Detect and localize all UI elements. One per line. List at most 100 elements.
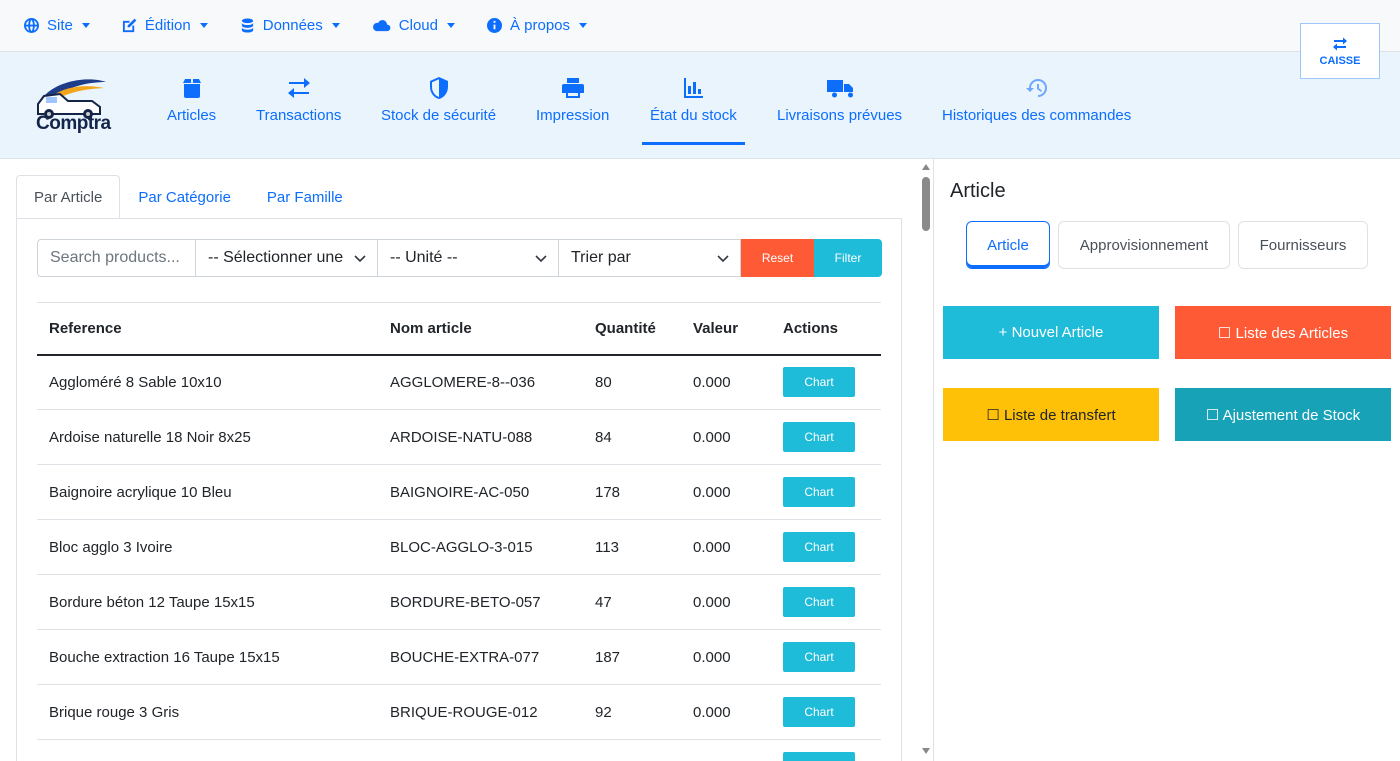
cell-actions: Chart <box>771 464 881 520</box>
top-menu-bar: Site Édition Données Cloud À propos <box>0 0 1400 52</box>
chart-bar-icon <box>684 78 704 98</box>
chevron-down-icon <box>354 255 366 263</box>
col-quantite[interactable]: Quantité <box>583 302 681 356</box>
info-icon <box>486 18 502 33</box>
category-select-value: -- Sélectionner une <box>208 249 344 266</box>
tab-content: Search products... -- Sélectionner une -… <box>16 218 902 761</box>
cell-nom: BOUCHE-EXTRA-077 <box>378 629 583 685</box>
cell-actions: Chart <box>771 354 881 410</box>
nav-impression[interactable]: Impression <box>536 76 609 143</box>
chevron-down-icon <box>81 23 90 28</box>
table-row: Baignoire acrylique 10 Bleu BAIGNOIRE-AC… <box>37 464 881 520</box>
main-navbar: Comptra Articles Transactions Stock de s… <box>0 52 1400 159</box>
chart-button[interactable]: Chart <box>783 587 855 617</box>
printer-icon <box>561 78 584 98</box>
reset-button[interactable]: Reset <box>741 239 814 277</box>
chart-button[interactable]: Chart <box>783 697 855 727</box>
filter-button[interactable]: Filter <box>814 239 882 277</box>
cloud-icon <box>372 20 391 32</box>
sort-select[interactable]: Trier par <box>559 239 741 277</box>
scroll-up-arrow-icon[interactable] <box>922 164 930 170</box>
shield-icon <box>429 77 448 99</box>
stock-table: Reference Nom article Quantité Valeur Ac… <box>37 302 881 761</box>
menu-cloud[interactable]: Cloud <box>372 17 455 34</box>
chevron-down-icon <box>446 23 455 28</box>
cell-nom: BLOC-AGGLO-3-015 <box>378 519 583 575</box>
cell-valeur: 0.000 <box>681 574 771 630</box>
nav-etat-stock[interactable]: État du stock <box>642 76 745 145</box>
cell-valeur: 0.000 <box>681 409 771 465</box>
tab-approvisionnement[interactable]: Approvisionnement <box>1058 221 1230 269</box>
nav-livraisons[interactable]: Livraisons prévues <box>777 76 902 143</box>
nav-impression-label: Impression <box>536 107 610 124</box>
table-row: Aggloméré 8 Sable 10x10 AGGLOMERE-8--036… <box>37 354 881 410</box>
cell-valeur: 0.000 <box>681 354 771 410</box>
menu-edition[interactable]: Édition <box>122 17 208 34</box>
cell-valeur: 0.000 <box>681 684 771 740</box>
col-nom-article[interactable]: Nom article <box>378 302 583 356</box>
cell-valeur <box>681 739 771 761</box>
cell-nom: BORDURE-BETO-057 <box>378 574 583 630</box>
unit-select[interactable]: -- Unité -- <box>378 239 559 277</box>
unit-select-value: -- Unité -- <box>390 249 458 266</box>
nav-stock-securite[interactable]: Stock de sécurité <box>381 76 496 143</box>
cell-quantite: 80 <box>583 354 681 410</box>
caisse-label: CAISSE <box>1319 54 1361 67</box>
cell-reference: Aggloméré 8 Sable 10x10 <box>37 354 378 410</box>
table-row: Bordure béton 12 Taupe 15x15 BORDURE-BET… <box>37 574 881 630</box>
chevron-down-icon <box>199 23 208 28</box>
vertical-scrollbar[interactable] <box>918 159 934 761</box>
nav-articles-label: Articles <box>167 107 217 124</box>
stock-adjustment-button[interactable]: ☐ Ajustement de Stock <box>1175 388 1391 441</box>
nav-historiques-label: Historiques des commandes <box>942 107 1132 124</box>
cell-quantite: 178 <box>583 464 681 520</box>
col-valeur[interactable]: Valeur <box>681 302 771 356</box>
nav-livraisons-label: Livraisons prévues <box>777 107 903 124</box>
chart-button[interactable]: Chart <box>783 642 855 672</box>
nav-articles[interactable]: Articles <box>167 76 216 143</box>
tab-fournisseurs[interactable]: Fournisseurs <box>1238 221 1368 269</box>
tab-article[interactable]: Article <box>966 221 1050 269</box>
menu-site[interactable]: Site <box>24 17 90 34</box>
sort-select-value: Trier par <box>571 249 631 266</box>
chart-button[interactable]: Chart <box>783 752 855 761</box>
col-actions: Actions <box>771 302 881 356</box>
search-input[interactable]: Search products... <box>37 239 196 277</box>
panel-title: Article <box>950 180 1006 202</box>
tab-par-categorie[interactable]: Par Catégorie <box>120 175 249 218</box>
new-article-button[interactable]: + Nouvel Article <box>943 306 1159 359</box>
scroll-down-arrow-icon[interactable] <box>922 748 930 754</box>
view-tabs: Par Article Par Catégorie Par Famille <box>16 175 361 218</box>
cell-nom: BRIQUE-ROUGE-012 <box>378 684 583 740</box>
nav-historiques[interactable]: Historiques des commandes <box>942 76 1131 143</box>
cell-actions: Chart <box>771 574 881 630</box>
cell-reference: Brique rouge 3 Gris <box>37 684 378 740</box>
cell-actions: Chart <box>771 519 881 575</box>
chart-button[interactable]: Chart <box>783 422 855 452</box>
truck-icon <box>826 80 853 98</box>
cell-reference: Bordure béton 12 Taupe 15x15 <box>37 574 378 630</box>
table-row: Bloc agglo 3 Ivoire BLOC-AGGLO-3-015 113… <box>37 519 881 575</box>
scroll-thumb[interactable] <box>922 177 930 231</box>
col-reference[interactable]: Reference <box>37 302 378 356</box>
chart-button[interactable]: Chart <box>783 477 855 507</box>
transfer-list-button[interactable]: ☐ Liste de transfert <box>943 388 1159 441</box>
category-select[interactable]: -- Sélectionner une <box>196 239 378 277</box>
cell-quantite: 84 <box>583 409 681 465</box>
cell-actions: Chart <box>771 739 881 761</box>
article-panel: Article Article Approvisionnement Fourni… <box>934 159 1400 761</box>
menu-apropos-label: À propos <box>509 17 571 34</box>
cell-quantite: 187 <box>583 629 681 685</box>
nav-transactions[interactable]: Transactions <box>256 76 341 143</box>
menu-donnees[interactable]: Données <box>240 17 340 34</box>
menu-apropos[interactable]: À propos <box>486 17 588 34</box>
article-list-button[interactable]: ☐ Liste des Articles <box>1175 306 1391 359</box>
caisse-button[interactable]: CAISSE <box>1300 23 1380 79</box>
tab-par-article[interactable]: Par Article <box>16 175 121 218</box>
chart-button[interactable]: Chart <box>783 367 855 398</box>
exchange-icon <box>1333 37 1347 50</box>
chart-button[interactable]: Chart <box>783 532 855 562</box>
tab-par-famille[interactable]: Par Famille <box>249 175 361 218</box>
nav-transactions-label: Transactions <box>256 107 342 124</box>
nav-etat-stock-label: État du stock <box>650 107 737 124</box>
